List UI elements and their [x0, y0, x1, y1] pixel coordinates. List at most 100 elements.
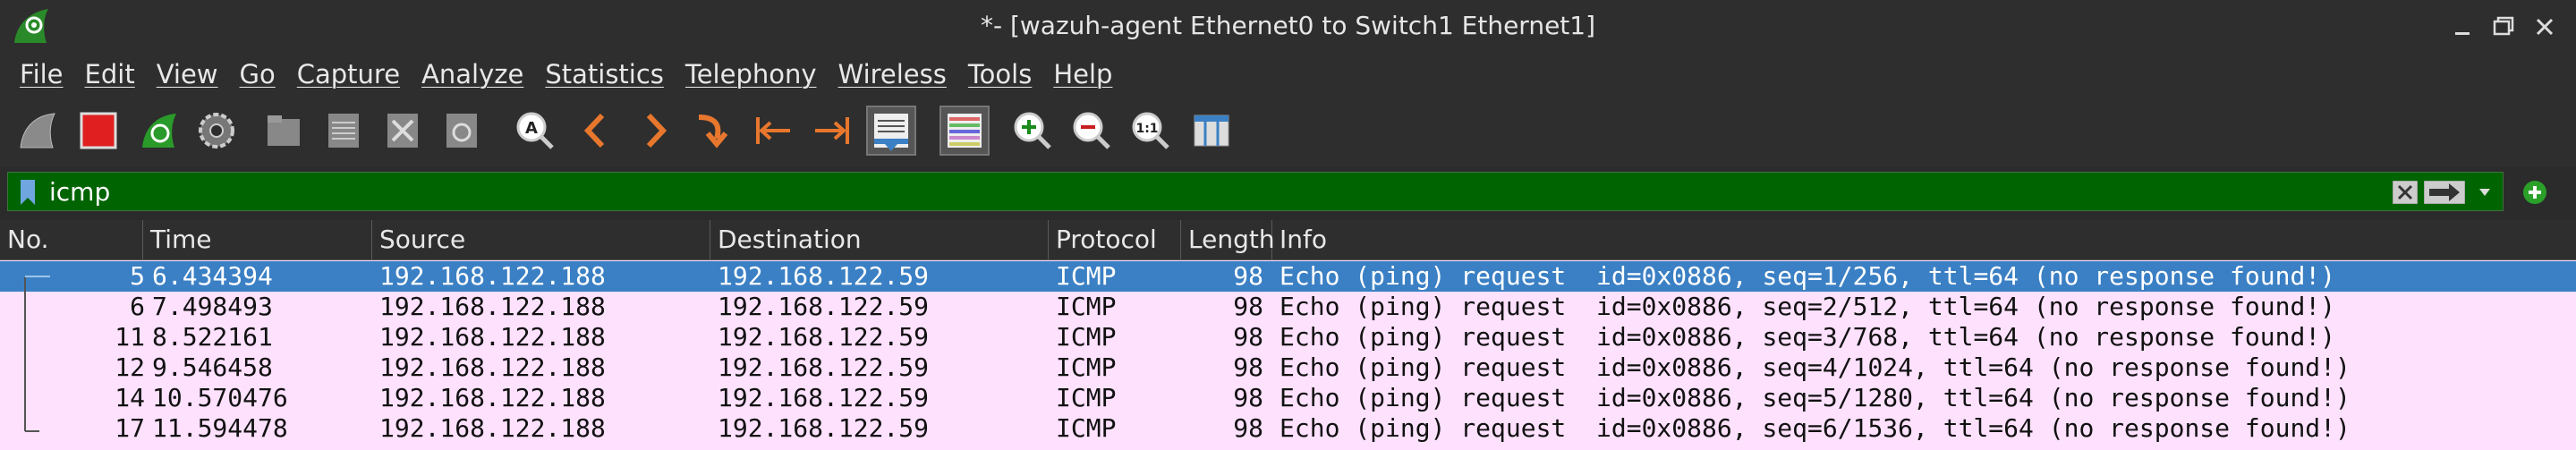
go-to-packet-button[interactable]: [687, 106, 737, 156]
last-packet-icon: [815, 117, 849, 144]
cell-destination: 192.168.122.59: [718, 383, 930, 412]
colorize-icon: [948, 114, 982, 148]
cell-time: 11.594478: [152, 413, 288, 443]
cell-destination: 192.168.122.59: [718, 261, 930, 291]
conversation-tree-lines: [24, 277, 39, 432]
cell-no: 12: [115, 352, 145, 382]
packet-row[interactable]: 17 11.594478 192.168.122.188 192.168.122…: [0, 413, 2576, 444]
menu-wireless[interactable]: Wireless: [838, 59, 947, 89]
capture-options-button[interactable]: [191, 106, 242, 156]
cell-protocol: ICMP: [1056, 261, 1117, 291]
column-header-length[interactable]: Length: [1181, 220, 1275, 259]
maximize-button[interactable]: [2486, 9, 2521, 45]
cell-source: 192.168.122.188: [379, 261, 606, 291]
packet-row[interactable]: 11 8.522161 192.168.122.188 192.168.122.…: [0, 322, 2576, 352]
column-header-no[interactable]: No.: [0, 220, 143, 259]
cell-no: 17: [115, 413, 145, 443]
menu-analyze[interactable]: Analyze: [421, 59, 523, 89]
packet-list: No. Time Source Destination Protocol Len…: [0, 220, 2576, 450]
column-header-time[interactable]: Time: [143, 220, 372, 259]
cell-time: 8.522161: [152, 322, 273, 352]
restart-capture-icon: [142, 114, 176, 148]
cell-length: 98: [1233, 322, 1263, 352]
open-file-icon: [268, 115, 300, 146]
cell-time: 7.498493: [152, 292, 273, 321]
add-filter-button-icon[interactable]: [2521, 179, 2548, 206]
shark-fin-start-icon: [20, 113, 55, 149]
menu-view[interactable]: View: [157, 59, 218, 89]
autoscroll-icon: [874, 114, 908, 151]
zoom-in-button[interactable]: [1007, 106, 1058, 156]
go-back-button[interactable]: [571, 106, 621, 156]
svg-text:1:1: 1:1: [1135, 122, 1158, 136]
menu-telephony[interactable]: Telephony: [685, 59, 817, 89]
cell-info: Echo (ping) request id=0x0886, seq=4/102…: [1279, 352, 2351, 382]
cell-length: 98: [1233, 352, 1263, 382]
autoscroll-button[interactable]: [866, 106, 916, 156]
cell-time: 10.570476: [152, 383, 288, 412]
minimize-button[interactable]: [2444, 9, 2480, 45]
normal-size-icon: 1:1: [1132, 112, 1169, 149]
cell-destination: 192.168.122.59: [718, 352, 930, 382]
cell-length: 98: [1233, 292, 1263, 321]
packet-row[interactable]: 14 10.570476 192.168.122.188 192.168.122…: [0, 383, 2576, 413]
stop-capture-button[interactable]: [73, 106, 123, 156]
zoom-in-icon: [1014, 112, 1051, 149]
go-forward-button[interactable]: [630, 106, 680, 156]
zoom-out-button[interactable]: [1067, 106, 1117, 156]
go-to-packet-icon: [698, 115, 728, 149]
resize-columns-button[interactable]: [1186, 106, 1237, 156]
close-file-button[interactable]: [378, 106, 428, 156]
save-file-icon: [328, 114, 359, 148]
close-window-button[interactable]: [2527, 9, 2563, 45]
menu-tools[interactable]: Tools: [968, 59, 1032, 89]
apply-filter-icon[interactable]: [2424, 181, 2465, 204]
first-packet-icon: [756, 117, 790, 144]
cell-info: Echo (ping) request id=0x0886, seq=6/153…: [1279, 413, 2351, 443]
cell-source: 192.168.122.188: [379, 292, 606, 321]
column-header-protocol[interactable]: Protocol: [1049, 220, 1181, 259]
column-header-destination[interactable]: Destination: [710, 220, 1049, 259]
cell-length: 98: [1233, 383, 1263, 412]
find-packet-button[interactable]: A: [510, 106, 560, 156]
restart-capture-button[interactable]: [134, 106, 184, 156]
reload-file-button[interactable]: [437, 106, 487, 156]
cell-length: 98: [1233, 413, 1263, 443]
colorize-button[interactable]: [939, 106, 990, 156]
menu-statistics[interactable]: Statistics: [545, 59, 664, 89]
packet-row[interactable]: 6 7.498493 192.168.122.188 192.168.122.5…: [0, 292, 2576, 322]
restore-icon: [2493, 16, 2514, 36]
clear-filter-icon[interactable]: [2393, 181, 2418, 204]
cell-source: 192.168.122.188: [379, 383, 606, 412]
packet-row[interactable]: 5 6.434394 192.168.122.188 192.168.122.5…: [0, 261, 2576, 292]
column-header-info[interactable]: Info: [1272, 220, 2576, 259]
display-filter-input[interactable]: icmp: [7, 172, 2504, 211]
cell-destination: 192.168.122.59: [718, 322, 930, 352]
find-packet-icon: A: [516, 112, 554, 149]
cell-protocol: ICMP: [1056, 352, 1117, 382]
normal-size-button[interactable]: 1:1: [1126, 106, 1176, 156]
cell-source: 192.168.122.188: [379, 322, 606, 352]
save-file-button[interactable]: [319, 106, 369, 156]
title-bar: *- [wazuh-agent Ethernet0 to Switch1 Eth…: [0, 0, 2576, 54]
packet-row[interactable]: 12 9.546458 192.168.122.188 192.168.122.…: [0, 352, 2576, 383]
first-packet-button[interactable]: [748, 106, 798, 156]
column-header-source[interactable]: Source: [372, 220, 710, 259]
start-capture-button[interactable]: [13, 106, 63, 156]
go-forward-icon: [646, 113, 667, 149]
cell-source: 192.168.122.188: [379, 352, 606, 382]
bookmark-icon[interactable]: [19, 180, 37, 205]
menu-capture[interactable]: Capture: [297, 59, 400, 89]
menu-edit[interactable]: Edit: [85, 59, 135, 89]
cell-source: 192.168.122.188: [379, 413, 606, 443]
cell-protocol: ICMP: [1056, 413, 1117, 443]
cell-destination: 192.168.122.59: [718, 413, 930, 443]
menu-file[interactable]: File: [20, 59, 64, 89]
open-file-button[interactable]: [259, 106, 310, 156]
minimize-icon: [2455, 32, 2470, 35]
last-packet-button[interactable]: [807, 106, 857, 156]
filter-dropdown-icon[interactable]: [2478, 187, 2492, 198]
menu-go[interactable]: Go: [240, 59, 276, 89]
filter-text: icmp: [49, 177, 111, 207]
menu-help[interactable]: Help: [1053, 59, 1112, 89]
